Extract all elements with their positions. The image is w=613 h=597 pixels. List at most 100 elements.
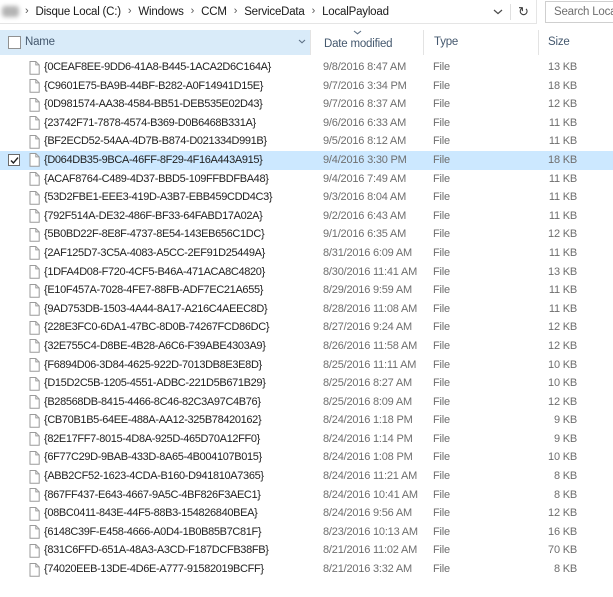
file-type: File: [433, 395, 450, 408]
file-row[interactable]: {1DFA4D08-F720-4CF5-B46A-471ACA8C4820} 8/…: [0, 263, 613, 282]
breadcrumb-item[interactable]: Disque Local (C:): [34, 6, 121, 18]
file-type: File: [433, 191, 450, 204]
file-row[interactable]: {F6894D06-3D84-4625-922D-7013DB8E3E8D} 8/…: [0, 356, 613, 375]
file-size: 11 KB: [548, 302, 577, 315]
breadcrumb-separator-icon: ›: [311, 5, 316, 17]
file-name: {792F514A-DE32-486F-BF33-64FABD17A02A}: [44, 209, 263, 222]
file-row[interactable]: {6F77C29D-9BAB-433D-8A65-4B004107B015} 8/…: [0, 448, 613, 467]
file-size: 11 KB: [548, 116, 577, 129]
file-size: 10 KB: [548, 358, 577, 371]
file-row[interactable]: {831C6FFD-651A-48A3-A3CD-F187DCFB38FB} 8/…: [0, 541, 613, 560]
file-row[interactable]: {6148C39F-E458-4666-A0D4-1B0B85B7C81F} 8/…: [0, 523, 613, 542]
file-size: 10 KB: [548, 451, 577, 464]
file-row[interactable]: {867FF437-E643-4667-9A5C-4BF826F3AEC1} 8/…: [0, 486, 613, 505]
file-name: {6F77C29D-9BAB-433D-8A65-4B004107B015}: [44, 451, 262, 464]
file-size: 12 KB: [548, 321, 577, 334]
file-row[interactable]: {0CEAF8EE-9DD6-41A8-B445-1ACA2D6C164A} 9/…: [0, 58, 613, 77]
name-filter-chevron-icon[interactable]: [298, 39, 306, 44]
file-date-modified: 8/21/2016 3:32 AM: [323, 563, 412, 576]
sort-descending-icon: [353, 30, 362, 35]
file-size: 11 KB: [548, 172, 577, 185]
breadcrumb-item[interactable]: ServiceData: [243, 6, 305, 18]
address-dropdown-icon[interactable]: [486, 0, 510, 23]
file-date-modified: 8/24/2016 10:41 AM: [323, 488, 418, 501]
file-row[interactable]: {5B0BD22F-8E8F-4737-8E54-143EB656C1DC} 9/…: [0, 225, 613, 244]
file-date-modified: 8/25/2016 11:11 AM: [323, 358, 417, 371]
search-box[interactable]: [545, 1, 613, 23]
column-header-size[interactable]: Size: [538, 30, 613, 55]
file-icon: [29, 97, 40, 112]
file-row[interactable]: {D064DB35-9BCA-46FF-8F29-4F16A443A915} 9/…: [0, 150, 613, 170]
file-type: File: [433, 358, 450, 371]
refresh-button[interactable]: ↻: [511, 0, 536, 23]
file-size: 8 KB: [553, 488, 577, 501]
file-row[interactable]: {32E755C4-D8BE-4B28-A6C6-F39ABE4303A9} 8/…: [0, 337, 613, 356]
file-name: {BF2ECD52-54AA-4D7B-B874-D021334D991B}: [44, 135, 267, 148]
file-type: File: [433, 563, 450, 576]
file-row[interactable]: {23742F71-7878-4574-B369-D0B6468B331A} 9/…: [0, 114, 613, 133]
file-type: File: [433, 246, 450, 259]
file-icon: [29, 432, 40, 447]
file-icon: [29, 172, 40, 186]
file-row[interactable]: {9AD753DB-1503-4A44-8A17-A216C4AEEC8D} 8/…: [0, 300, 613, 319]
file-row[interactable]: {08BC0411-843E-44F5-88B3-154826840BEA} 8/…: [0, 504, 613, 523]
file-icon: [29, 413, 40, 428]
file-row[interactable]: {CB70B1B5-64EE-488A-AA12-325B78420162} 8/…: [0, 411, 613, 430]
file-name: {831C6FFD-651A-48A3-A3CD-F187DCFB38FB}: [44, 544, 269, 557]
file-name: {0CEAF8EE-9DD6-41A8-B445-1ACA2D6C164A}: [44, 61, 271, 73]
file-row[interactable]: {792F514A-DE32-486F-BF33-64FABD17A02A} 9/…: [0, 207, 613, 226]
file-icon: [29, 562, 40, 577]
column-header-date-modified[interactable]: Date modified: [310, 30, 423, 55]
select-all-checkbox[interactable]: [8, 36, 21, 49]
file-date-modified: 8/26/2016 11:58 AM: [323, 339, 418, 352]
breadcrumb-item[interactable]: CCM: [200, 6, 228, 18]
file-list: {0CEAF8EE-9DD6-41A8-B445-1ACA2D6C164A} 9/…: [0, 58, 613, 579]
file-row[interactable]: {E10F457A-7028-4FE7-88FB-ADF7EC21A655} 8/…: [0, 281, 613, 300]
column-header-type[interactable]: Type: [423, 30, 538, 55]
file-row[interactable]: {74020EEB-13DE-4D6E-A777-91582019BCFF} 8/…: [0, 560, 613, 579]
file-name: {D15D2C5B-1205-4551-ADBC-221D5B671B29}: [44, 377, 266, 390]
file-size: 70 KB: [548, 544, 577, 557]
file-row[interactable]: {C9601E75-BA9B-44BF-B282-A0F14941D15E} 9/…: [0, 77, 613, 96]
file-size: 9 KB: [553, 414, 577, 427]
file-row[interactable]: {2AF125D7-3C5A-4083-A5CC-2EF91D25449A} 8/…: [0, 244, 613, 263]
file-date-modified: 9/7/2016 3:34 PM: [323, 79, 407, 92]
address-bar-controls: ↻: [486, 0, 536, 23]
search-input[interactable]: [546, 2, 613, 22]
file-row[interactable]: {BF2ECD52-54AA-4D7B-B874-D021334D991B} 9/…: [0, 132, 613, 151]
file-type: File: [433, 544, 450, 557]
redacted-root-crumb: [2, 6, 19, 17]
file-name: {228E3FC0-6DA1-47BC-8D0B-74267FCD86DC}: [44, 321, 270, 334]
file-row[interactable]: {ABB2CF52-1623-4CDA-B160-D941810A7365} 8/…: [0, 467, 613, 486]
file-size: 11 KB: [548, 209, 577, 222]
file-name: {0D981574-AA38-4584-BB51-DEB535E02D43}: [44, 98, 263, 111]
item-checkbox-checked[interactable]: [8, 153, 20, 166]
file-date-modified: 8/24/2016 1:14 PM: [323, 432, 413, 445]
breadcrumb: › Disque Local (C:) › Windows › CCM › ServiceDa…: [19, 6, 390, 18]
file-type: File: [433, 321, 450, 334]
breadcrumb-item[interactable]: Windows: [137, 6, 184, 18]
file-type: File: [433, 135, 450, 148]
file-name: {CB70B1B5-64EE-488A-AA12-325B78420162}: [44, 414, 262, 427]
file-size: 12 KB: [548, 395, 577, 408]
file-row[interactable]: {D15D2C5B-1205-4551-ADBC-221D5B671B29} 8/…: [0, 374, 613, 393]
file-type: File: [433, 470, 450, 483]
file-type: File: [433, 98, 450, 111]
file-row[interactable]: {53D2FBE1-EEE3-419D-A3B7-EBB459CDD4C3} 9/…: [0, 188, 613, 207]
file-icon: [29, 376, 40, 391]
file-row[interactable]: {B28568DB-8415-4466-8C46-82C3A97C4B76} 8/…: [0, 393, 613, 412]
column-header-name[interactable]: Name: [0, 30, 310, 55]
file-icon: [29, 450, 40, 465]
file-row[interactable]: {82E17FF7-8015-4D8A-925D-465D70A12FF0} 8/…: [0, 430, 613, 449]
file-size: 11 KB: [548, 246, 577, 259]
file-name: {1DFA4D08-F720-4CF5-B46A-471ACA8C4820}: [44, 265, 265, 278]
address-bar[interactable]: › Disque Local (C:) › Windows › CCM › ServiceDa…: [0, 0, 537, 24]
column-label-size: Size: [548, 36, 570, 48]
file-row[interactable]: {0D981574-AA38-4584-BB51-DEB535E02D43} 9/…: [0, 95, 613, 114]
file-name: {82E17FF7-8015-4D8A-925D-465D70A12FF0}: [44, 432, 261, 445]
breadcrumb-item[interactable]: LocalPayload: [321, 6, 390, 18]
file-row[interactable]: {ACAF8764-C489-4D37-BBD5-109FFBDFBA48} 9/…: [0, 170, 613, 189]
file-row[interactable]: {228E3FC0-6DA1-47BC-8D0B-74267FCD86DC} 8/…: [0, 318, 613, 337]
file-icon: [29, 525, 40, 540]
file-date-modified: 9/1/2016 6:35 AM: [323, 228, 407, 241]
